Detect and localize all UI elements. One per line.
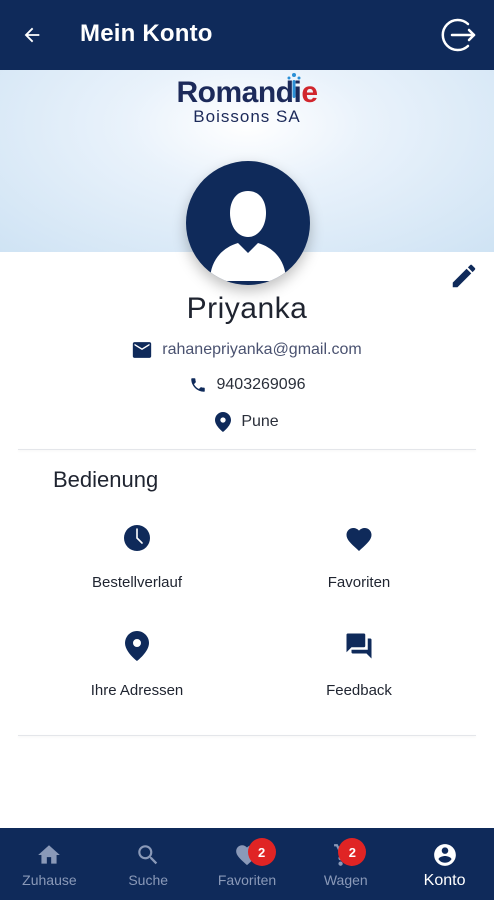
cart-count-badge: 2	[338, 838, 367, 866]
back-button[interactable]	[12, 15, 52, 55]
logout-icon	[441, 18, 476, 52]
search-icon	[138, 845, 158, 865]
logout-button[interactable]	[438, 14, 480, 56]
nav-item-home[interactable]: Zuhause	[0, 828, 99, 900]
location-text: Pune	[241, 413, 279, 430]
email-text: rahanepriyanka@gmail.com	[162, 341, 362, 358]
profile-name: Priyanka	[186, 292, 308, 325]
avatar	[186, 161, 310, 285]
feedback-button[interactable]: Feedback	[279, 628, 439, 699]
addresses-label: Ihre Adressen	[90, 682, 184, 699]
feedback-label: Feedback	[326, 682, 392, 699]
nav-item-account[interactable]: Konto	[395, 828, 494, 900]
brand-subtitle: Boissons SA	[193, 107, 301, 126]
addresses-button[interactable]: Ihre Adressen	[57, 628, 217, 699]
divider	[18, 735, 476, 736]
nav-item-search[interactable]: Suche	[99, 828, 198, 900]
edit-profile-button[interactable]	[449, 261, 479, 291]
phone-row: 9403269096	[0, 376, 494, 394]
nav-item-favorites[interactable]: Favoriten 2	[198, 828, 297, 900]
mail-icon	[133, 342, 152, 358]
nav-label: Konto	[423, 872, 466, 889]
nav-label: Favoriten	[217, 872, 277, 888]
chat-icon	[346, 633, 372, 659]
user-silhouette-icon	[210, 191, 286, 281]
bottom-navigation: Zuhause Suche Favoriten 2 Wagen 2 Konto	[0, 828, 494, 900]
section-title: Bedienung	[53, 467, 159, 492]
location-row: Pune	[0, 412, 494, 432]
nav-label: Suche	[128, 872, 169, 888]
favorites-count-badge: 2	[247, 838, 276, 866]
divider	[18, 449, 476, 450]
nav-label: Wagen	[323, 872, 368, 888]
arrow-left-icon	[24, 27, 40, 43]
logo-splash-icon	[287, 73, 301, 98]
order-history-button[interactable]: Bestellverlauf	[57, 520, 217, 591]
nav-item-cart[interactable]: Wagen 2	[296, 828, 395, 900]
nav-label: Zuhause	[22, 872, 77, 888]
home-icon	[38, 845, 61, 864]
phone-text: 9403269096	[216, 376, 306, 393]
location-pin-icon	[215, 412, 232, 432]
heart-icon	[346, 528, 372, 551]
phone-icon	[190, 378, 205, 392]
brand-name: Romandie	[176, 76, 318, 109]
page-title: Mein Konto	[80, 20, 213, 47]
favorites-label: Favoriten	[327, 574, 391, 591]
clock-icon	[124, 525, 150, 551]
order-history-label: Bestellverlauf	[91, 574, 183, 591]
email-row: rahanepriyanka@gmail.com	[0, 341, 494, 359]
account-icon	[433, 844, 456, 866]
pencil-icon	[452, 264, 476, 288]
brand-logo: Romandie Boissons SA	[0, 76, 494, 126]
location-pin-icon	[125, 631, 149, 661]
favorites-button[interactable]: Favoriten	[279, 520, 439, 591]
app-bar: Mein Konto	[0, 0, 494, 70]
